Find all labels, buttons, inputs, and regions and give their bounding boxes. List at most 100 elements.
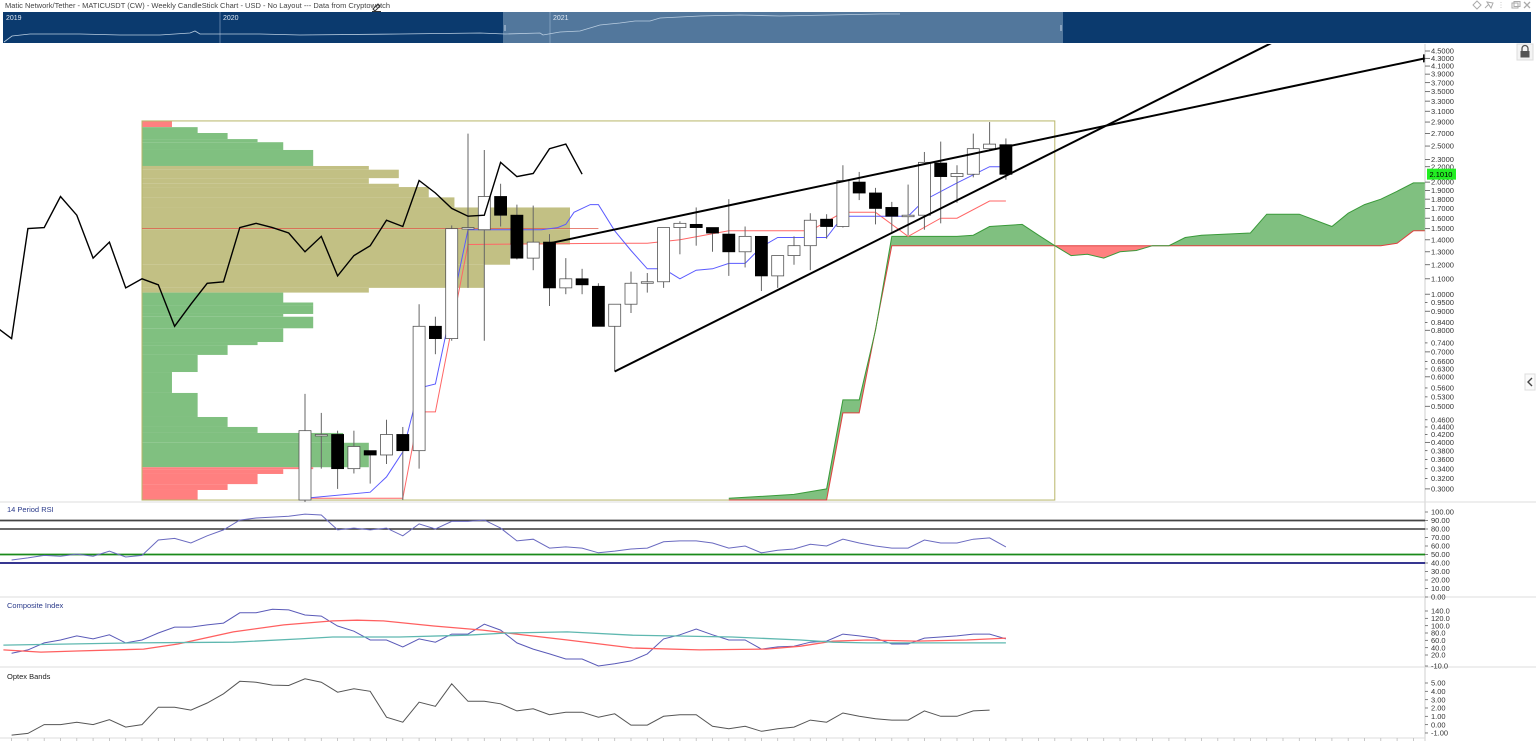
candle — [396, 426, 410, 501]
bullish-candle-body — [445, 228, 459, 339]
pin-icon[interactable] — [1484, 1, 1494, 10]
volume-profile-bar — [142, 229, 570, 245]
bullish-candle-body — [738, 235, 752, 253]
price-tick-label: 2.9000 — [1431, 118, 1454, 127]
volume-profile-bar — [142, 328, 284, 343]
indicator-axes: 100.0090.0080.0070.0060.0050.0040.0030.0… — [11, 508, 1454, 741]
time-navigator[interactable]: 2019 2020 2021 — [3, 12, 1531, 43]
price-tick-label: 0.7400 — [1431, 338, 1454, 347]
volume-profile-bar — [142, 178, 369, 184]
candle — [869, 187, 882, 225]
bearish-candle-body — [755, 235, 768, 277]
volume-profile-bar — [142, 313, 284, 317]
volume-profile-bar — [142, 426, 258, 433]
candle — [380, 419, 393, 464]
composite-axis-tick-label: -10.0 — [1431, 662, 1448, 671]
candle — [755, 235, 768, 292]
diamond-icon[interactable] — [1472, 0, 1482, 10]
bearish-candle-body — [428, 325, 442, 339]
candle — [559, 258, 573, 295]
bearish-candle-body — [331, 434, 345, 470]
candle — [347, 430, 361, 474]
volume-profile-bar — [142, 165, 369, 170]
candle — [640, 273, 654, 293]
bearish-candle-body — [885, 207, 899, 217]
navigator-year-label: 2021 — [553, 15, 569, 22]
price-tick-label: 1.7000 — [1431, 204, 1454, 213]
candle — [803, 213, 817, 271]
navigator-right-handle[interactable] — [1060, 25, 1062, 31]
bearish-candle-body — [706, 227, 719, 234]
candle — [787, 236, 801, 265]
price-tick-label: 1.2000 — [1431, 260, 1454, 269]
navigator-selection[interactable] — [503, 12, 1063, 43]
volume-profile-bar — [142, 264, 485, 288]
price-tick-label: 2.7000 — [1431, 129, 1454, 138]
indicator-panels[interactable] — [0, 513, 1425, 736]
price-tick-label: 0.3400 — [1431, 464, 1454, 473]
volume-profile-bar — [142, 469, 284, 474]
candle — [412, 304, 426, 469]
candle — [445, 225, 459, 341]
bearish-candle-body — [363, 450, 377, 456]
price-axis[interactable]: 4.50004.30004.10003.90003.70003.50003.30… — [1425, 47, 1454, 494]
candle — [836, 165, 850, 228]
restore-icon[interactable] — [1511, 1, 1521, 9]
candle — [428, 316, 442, 355]
candle — [575, 268, 589, 295]
candle — [738, 226, 752, 268]
last-price-text: 2.1010 — [1430, 170, 1453, 179]
bullish-candle-body — [901, 214, 915, 218]
composite-composite-line — [11, 608, 1007, 667]
close-icon[interactable] — [1523, 1, 1531, 9]
bullish-candle-body — [983, 143, 996, 150]
price-tick-label: 0.3600 — [1431, 455, 1454, 464]
volume-profile-bar — [142, 139, 258, 143]
price-tick-label: 1.9000 — [1431, 186, 1454, 195]
bullish-candle-body — [950, 173, 964, 177]
collapse-panel-button[interactable] — [1524, 373, 1536, 391]
price-panel[interactable] — [0, 43, 1425, 506]
bullish-candle-body — [836, 180, 850, 227]
navigator-left-handle[interactable] — [504, 25, 506, 31]
volume-profile-bar — [142, 169, 399, 179]
volume-profile-bar — [142, 183, 399, 188]
bullish-candle-body — [673, 222, 687, 228]
bullish-candle-body — [314, 434, 328, 437]
rsi-axis-tick-label: 0.00 — [1431, 593, 1446, 602]
composite-axis-tick-label: 20.0 — [1431, 651, 1446, 660]
bearish-candle-body — [510, 214, 524, 259]
last-price-label: 2.1010 — [1427, 168, 1456, 180]
lock-button[interactable] — [1516, 43, 1534, 61]
price-tick-label: 1.4000 — [1431, 235, 1454, 244]
lower-wedge-trendline — [614, 44, 1272, 373]
price-tick-label: 1.8000 — [1431, 195, 1454, 204]
candle — [673, 221, 687, 255]
bullish-candle-body — [412, 325, 426, 452]
composite-slow-average-line — [3, 619, 1006, 653]
rsi-panel-title: 14 Period RSI — [7, 505, 54, 514]
candle — [706, 227, 719, 252]
volume-profile-bar — [142, 342, 258, 346]
price-tick-label: 1.5000 — [1431, 224, 1454, 233]
bearish-candle-body — [543, 241, 556, 289]
optex-axis-tick-label: -1.00 — [1431, 729, 1448, 738]
volume-profile-bar — [142, 287, 369, 293]
optex-bands-line — [11, 678, 990, 736]
chart-title: Matic Network/Tether - MATICUSDT (CW) - … — [5, 1, 390, 10]
price-tick-label: 1.1000 — [1431, 274, 1454, 283]
volume-profile-bar — [142, 354, 198, 373]
bullish-candle-body — [657, 227, 670, 283]
bullish-candle-body — [787, 245, 801, 256]
chart-workspace: Matic Network/Tether - MATICUSDT (CW) - … — [0, 0, 1536, 741]
bullish-candle-body — [526, 241, 540, 259]
bullish-candle-body — [624, 282, 638, 305]
volume-profile-bar — [142, 432, 344, 443]
price-tick-label: 0.3800 — [1431, 446, 1454, 455]
price-tick-label: 0.7000 — [1431, 347, 1454, 356]
navigator-year-label: 2019 — [6, 15, 22, 22]
optex-panel-title: Optex Bands — [7, 672, 51, 681]
bearish-candle-body — [592, 285, 605, 327]
volume-profile-bar — [142, 392, 198, 417]
candle — [820, 214, 833, 239]
